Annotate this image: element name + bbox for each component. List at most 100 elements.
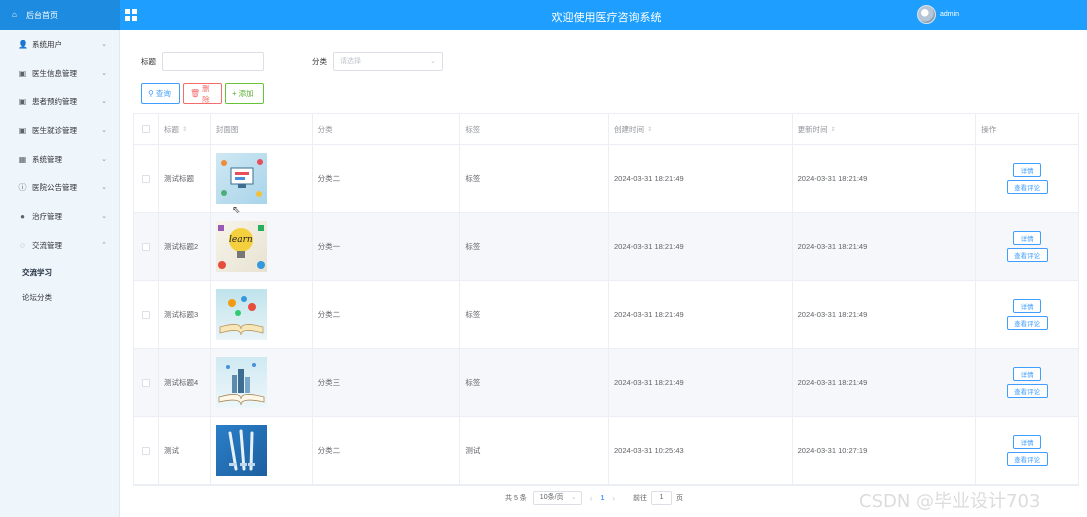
table-row: 测试 分类二 测试 2024-03-31 10:25:43 2024-03-31 10:… xyxy=(134,417,1078,485)
chat-icon: ◌ xyxy=(20,240,25,250)
sidebar: 👤 系统用户 ⌄ ▣ 医生信息管理 ⌄ ▣ 患者预约管理 ⌄ ▣ 医生就诊管理 ⌄ ▦ 系统管理 ⌄ ⓘ 医院公… xyxy=(0,30,120,517)
next-page-button[interactable]: › xyxy=(612,494,615,503)
delete-button-label: 删除 xyxy=(202,83,210,104)
chevron-down-icon: ⌄ xyxy=(101,155,107,163)
column-actions-label: 操作 xyxy=(981,124,997,134)
sidebar-item-label: 医生就诊管理 xyxy=(32,125,77,135)
column-header-title[interactable]: 标题 ⇕ xyxy=(159,114,211,144)
page-size-value: 10条/页 xyxy=(539,494,564,501)
sort-icon: ⇕ xyxy=(830,126,836,133)
plus-icon: + xyxy=(232,89,237,98)
query-button[interactable]: ⚲ 查询 xyxy=(141,83,180,104)
cover-image: learn xyxy=(215,221,267,272)
detail-button[interactable]: 详情 xyxy=(1013,435,1042,449)
row-checkbox-cell xyxy=(134,145,159,212)
detail-button[interactable]: 详情 xyxy=(1013,367,1042,381)
column-updated-label: 更新时间 xyxy=(797,124,828,134)
category-select[interactable]: 请选择 ⌄ xyxy=(333,52,443,71)
sidebar-item[interactable]: ● 治疗管理 ⌄ xyxy=(0,202,119,231)
category-placeholder: 请选择 xyxy=(340,58,361,65)
cell-cover xyxy=(211,349,313,416)
row-checkbox[interactable] xyxy=(141,446,150,455)
picture-icon: ▦ xyxy=(18,154,27,164)
row-checkbox-cell xyxy=(134,417,159,484)
table-row: 测试标题3 分类二 标签 2024-03-31 18:21:49 2024-03-31 … xyxy=(134,281,1078,349)
sidebar-item-label: 医生信息管理 xyxy=(32,68,77,78)
cell-updated: 2024-03-31 18:21:49 xyxy=(793,213,977,280)
edit-icon: ▣ xyxy=(18,97,27,107)
detail-button[interactable]: 详情 xyxy=(1013,299,1042,313)
location-icon: ● xyxy=(20,211,25,221)
view-comments-button[interactable]: 查看评论 xyxy=(1006,248,1048,262)
column-header-updated[interactable]: 更新时间 ⇕ xyxy=(793,114,977,144)
sidebar-item[interactable]: ▣ 患者预约管理 ⌄ xyxy=(0,87,119,116)
cell-category: 分类二 xyxy=(313,145,461,212)
view-comments-button[interactable]: 查看评论 xyxy=(1006,316,1048,330)
sidebar-item[interactable]: ◌ 交流管理 ⌃ xyxy=(0,231,119,260)
cell-actions: 详情 查看评论 xyxy=(976,417,1078,484)
select-all-checkbox[interactable] xyxy=(141,125,150,133)
cell-cover xyxy=(211,145,313,212)
column-header-actions: 操作 xyxy=(976,114,1078,144)
goto-page-input[interactable]: 1 xyxy=(651,491,673,505)
cell-updated: 2024-03-31 18:21:49 xyxy=(793,349,977,416)
pagination: 共 5 条 10条/页 ⌄ ‹ 1 › 前往 1 页 xyxy=(505,491,683,505)
sidebar-item-label: 系统用户 xyxy=(32,39,62,49)
cell-created: 2024-03-31 18:21:49 xyxy=(609,145,793,212)
sidebar-subitem[interactable]: 论坛分类 xyxy=(0,285,119,310)
search-icon: ⚲ xyxy=(148,89,154,98)
cell-tag: 标签 xyxy=(460,145,610,212)
column-header-created[interactable]: 创建时间 ⇕ xyxy=(609,114,793,144)
info-icon: ⓘ xyxy=(18,183,27,193)
table-row: 测试标题4 分类三 标签 2024-03-31 18:21:49 2024-03-31 … xyxy=(134,349,1078,417)
cover-image xyxy=(215,357,267,408)
avatar xyxy=(917,5,936,24)
delete-button[interactable]: 🗑 删除 xyxy=(183,83,222,104)
row-checkbox[interactable] xyxy=(141,242,150,251)
chevron-down-icon: ⌄ xyxy=(101,41,107,48)
add-button[interactable]: + 添加 xyxy=(225,83,264,104)
cell-created: 2024-03-31 18:21:49 xyxy=(609,213,793,280)
column-category-label: 分类 xyxy=(317,124,333,134)
cell-cover: learn xyxy=(211,213,313,280)
sidebar-item[interactable]: ▦ 系统管理 ⌄ xyxy=(0,145,119,174)
page-number[interactable]: 1 xyxy=(600,495,604,502)
view-comments-button[interactable]: 查看评论 xyxy=(1006,180,1048,194)
sidebar-item-label: 交流管理 xyxy=(32,240,62,250)
view-comments-button[interactable]: 查看评论 xyxy=(1006,384,1048,398)
row-checkbox[interactable] xyxy=(141,310,150,319)
prev-page-button[interactable]: ‹ xyxy=(590,494,593,503)
title-input[interactable] xyxy=(162,52,264,71)
column-header-tag: 标签 xyxy=(460,114,609,144)
goto-label: 前往 xyxy=(633,495,648,502)
row-checkbox[interactable] xyxy=(141,378,150,387)
chevron-down-icon: ⌄ xyxy=(101,98,107,106)
trash-icon: 🗑 xyxy=(190,89,201,98)
top-navbar: ⌂ 后台首页 欢迎使用医疗咨询系统 admin xyxy=(0,0,1087,30)
user-menu[interactable]: admin xyxy=(917,5,959,24)
cell-category: 分类二 xyxy=(313,417,461,484)
view-comments-button[interactable]: 查看评论 xyxy=(1006,452,1048,466)
detail-button[interactable]: 详情 xyxy=(1013,231,1042,245)
sidebar-item-label: 治疗管理 xyxy=(32,211,62,221)
sidebar-item[interactable]: ▣ 医生信息管理 ⌄ xyxy=(0,59,119,88)
cell-cover xyxy=(211,281,313,348)
sidebar-item[interactable]: ▣ 医生就诊管理 ⌄ xyxy=(0,116,119,145)
page-size-select[interactable]: 10条/页 ⌄ xyxy=(532,491,582,505)
sidebar-item[interactable]: 👤 系统用户 ⌄ xyxy=(0,30,119,59)
table-row: 测试标题2 learn 分类一 标签 2024-03-31 18:21:49 2024-0… xyxy=(134,213,1078,281)
detail-button[interactable]: 详情 xyxy=(1013,163,1042,177)
sidebar-subitem[interactable]: 交流学习 xyxy=(0,260,119,285)
column-header-category: 分类 xyxy=(313,114,461,144)
cover-image xyxy=(215,289,267,340)
column-tag-label: 标签 xyxy=(465,124,481,134)
cell-actions: 详情 查看评论 xyxy=(976,281,1078,348)
chevron-down-icon: ⌄ xyxy=(430,58,436,65)
cell-category: 分类一 xyxy=(313,213,461,280)
column-title-label: 标题 xyxy=(163,124,179,134)
row-checkbox[interactable] xyxy=(141,174,150,183)
sidebar-item[interactable]: ⓘ 医院公告管理 ⌄ xyxy=(0,173,119,202)
table-header: 标题 ⇕ 封面图 分类 标签 创建时间 ⇕ 更新时间 ⇕ 操作 xyxy=(134,114,1078,145)
cell-title: 测试标题3 xyxy=(159,281,211,348)
cell-created: 2024-03-31 18:21:49 xyxy=(609,349,793,416)
